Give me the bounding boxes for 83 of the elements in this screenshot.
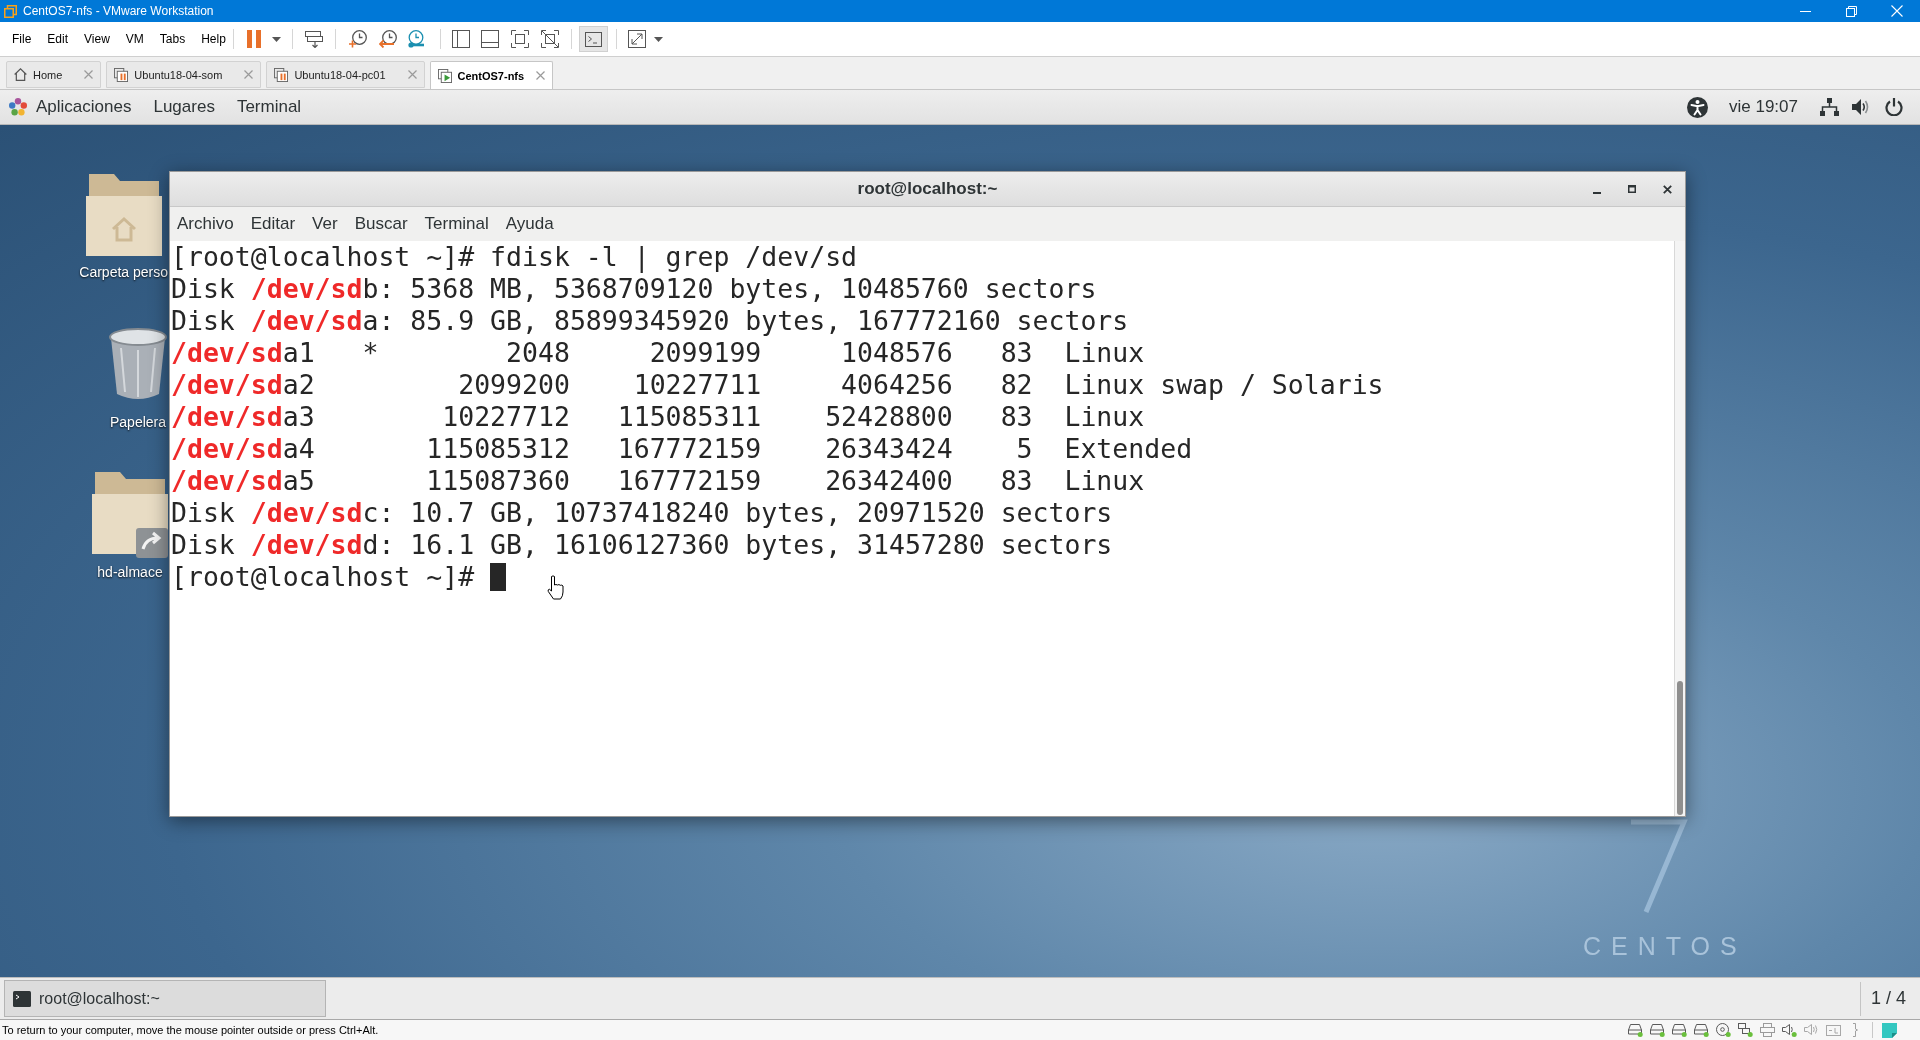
terminal-line: /dev/sda5 115087360 167772159 26342400 83 Linux <box>171 465 1145 497</box>
menu-item[interactable]: Buscar <box>354 213 408 235</box>
vm-running-icon <box>437 68 452 83</box>
expand-icon[interactable] <box>628 30 646 48</box>
menu-item[interactable]: Help <box>201 31 226 47</box>
console-icon[interactable] <box>585 31 602 47</box>
window-title: CentOS7-nfs - VMware Workstation <box>23 3 214 19</box>
menu-item[interactable]: Terminal <box>424 213 489 235</box>
window-title: root@localhost:~ <box>857 178 998 200</box>
volume-icon[interactable] <box>1852 98 1870 116</box>
keyboard-arrow-icon[interactable] <box>305 30 323 48</box>
vm-paused-icon <box>274 67 289 82</box>
sidebar-layout-icon[interactable] <box>452 30 470 48</box>
terminal-line: /dev/sda1 * 2048 2099199 1048576 83 Linux <box>171 337 1145 369</box>
close-icon[interactable] <box>1662 184 1672 194</box>
terminal-line: /dev/sda4 115085312 167772159 26343424 5 Extended <box>171 433 1193 465</box>
terminal-line: Disk /dev/sdc: 10.7 GB, 10737418240 bytes, 20971520 sectors <box>171 497 1113 529</box>
menu-item[interactable]: Lugares <box>153 96 215 118</box>
terminal-line: Disk /dev/sdd: 16.1 GB, 16106127360 bytes, 31457280 sectors <box>171 529 1113 561</box>
home-folder-icon[interactable] <box>85 174 162 256</box>
terminal-line: /dev/sda3 10227712 115085311 52428800 83 Linux <box>171 401 1145 433</box>
bottom-panel-icon[interactable] <box>481 30 499 48</box>
hard-disk-icon[interactable] <box>1694 1023 1709 1037</box>
terminal-icon <box>13 990 31 1007</box>
tab[interactable]: CentOS7-nfs <box>429 61 554 89</box>
menu-item[interactable]: Archivo <box>177 213 234 235</box>
disc-icon[interactable] <box>1716 1023 1731 1037</box>
tab[interactable]: Home <box>6 61 102 88</box>
menu-item[interactable]: Tabs <box>159 31 186 47</box>
caret-icon[interactable] <box>272 36 281 42</box>
minimize-icon[interactable] <box>1799 10 1811 12</box>
frame-icon[interactable] <box>511 30 529 48</box>
menu-item[interactable]: View <box>84 31 110 47</box>
wallpaper-text: CENTOS <box>1583 931 1747 961</box>
terminal-line: Disk /dev/sda: 85.9 GB, 85899345920 bytes, 167772160 sectors <box>171 305 1129 337</box>
hard-disk-icon[interactable] <box>1650 1023 1665 1037</box>
status-message: To return to your computer, move the mouse pointer outside or press Ctrl+Alt. <box>2 1023 379 1037</box>
caret-icon[interactable] <box>654 36 663 42</box>
tab[interactable]: Ubuntu18-04-som <box>106 61 262 88</box>
maximize-icon[interactable] <box>1628 185 1636 193</box>
icon-label[interactable]: Carpeta perso <box>79 263 168 281</box>
hard-disk-icon[interactable] <box>1628 1023 1643 1037</box>
menu-item[interactable]: File <box>12 31 32 47</box>
frame-slash-icon[interactable] <box>541 30 559 48</box>
terminal-line: /dev/sda2 2099200 10227711 4064256 82 Linux swap / Solaris <box>171 369 1384 401</box>
pinwheel-icon[interactable] <box>9 98 27 116</box>
menu-item[interactable]: Editar <box>250 213 296 235</box>
terminal-line: [root@localhost ~]# <box>171 561 475 593</box>
icon-label[interactable]: Papelera <box>109 413 166 431</box>
accessibility-icon[interactable] <box>1687 96 1708 118</box>
hard-disk-icon[interactable] <box>1672 1023 1687 1037</box>
power-icon[interactable] <box>1885 98 1903 116</box>
clock[interactable]: vie 19:07 <box>1729 96 1798 118</box>
network-icon[interactable] <box>1820 98 1839 116</box>
pause-icon[interactable] <box>246 30 262 48</box>
trash-icon[interactable] <box>108 328 168 402</box>
console-button[interactable] <box>579 26 608 52</box>
note-icon[interactable] <box>1882 1022 1897 1038</box>
tab[interactable]: Ubuntu18-04-pc01 <box>266 61 425 88</box>
taskbar-window-button[interactable]: root@localhost:~ <box>4 980 326 1017</box>
workspace-indicator[interactable]: 1 / 4 <box>1860 981 1916 1016</box>
menu-item[interactable]: Edit <box>47 31 69 47</box>
speaker-icon[interactable] <box>1782 1023 1797 1037</box>
restore-icon[interactable] <box>1845 5 1857 17</box>
menu-item[interactable]: VM <box>125 31 144 47</box>
terminal-line: Disk /dev/sdb: 5368 MB, 5368709120 bytes, 10485760 sectors <box>171 273 1097 305</box>
hand-pointer-icon <box>547 575 564 600</box>
network-adapter-icon[interactable] <box>1738 1023 1753 1037</box>
menu-item[interactable]: Ayuda <box>505 213 554 235</box>
clock-wrench-icon[interactable] <box>407 30 425 48</box>
vm-paused-icon <box>114 67 129 82</box>
scrollbar-thumb[interactable] <box>1677 681 1683 815</box>
menu-item[interactable]: Aplicaciones <box>36 96 132 118</box>
scrollbar-track[interactable] <box>1674 241 1685 816</box>
menu-item[interactable]: Terminal <box>236 96 302 118</box>
icon-label[interactable]: hd-almace <box>97 563 163 581</box>
home-icon <box>14 68 27 81</box>
app-icon <box>4 4 17 18</box>
terminal-line: [root@localhost ~]# fdisk -l | grep /dev/sd <box>171 241 858 273</box>
clock-plus-icon[interactable] <box>349 30 367 48</box>
printer-icon[interactable] <box>1760 1023 1775 1037</box>
menu-item[interactable]: Ver <box>312 213 338 235</box>
link-folder-icon[interactable] <box>92 472 168 558</box>
